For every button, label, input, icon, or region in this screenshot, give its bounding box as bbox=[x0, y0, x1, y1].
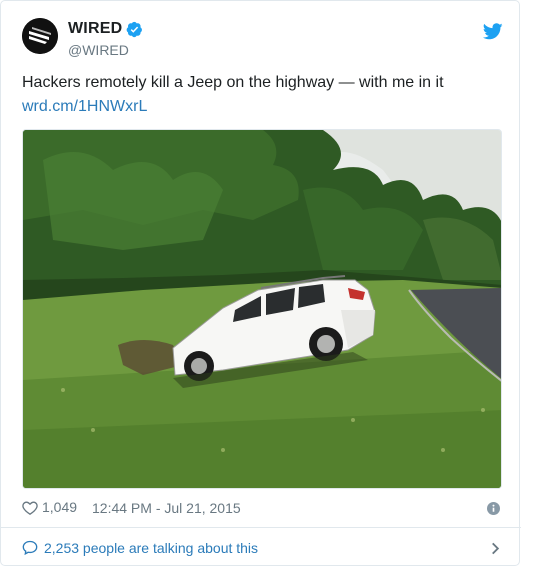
wired-logo-icon bbox=[22, 18, 58, 54]
tweet-timestamp[interactable]: 12:44 PM - Jul 21, 2015 bbox=[92, 500, 241, 516]
tweet-header: WIRED @WIRED bbox=[22, 17, 503, 61]
like-button[interactable]: 1,049 bbox=[22, 499, 77, 515]
info-icon[interactable] bbox=[487, 502, 500, 515]
chevron-right-icon bbox=[492, 542, 500, 555]
conversation-count: 2,253 people are talking about this bbox=[44, 540, 259, 556]
speech-bubble-icon bbox=[22, 540, 38, 555]
divider bbox=[1, 527, 521, 528]
tweet-text: Hackers remotely kill a Jeep on the high… bbox=[22, 74, 444, 91]
author-handle[interactable]: @WIRED bbox=[68, 42, 129, 58]
conversation-link[interactable]: 2,253 people are talking about this bbox=[22, 537, 502, 559]
tweet-card: WIRED @WIRED Hackers remotely kill a Jee… bbox=[0, 0, 521, 566]
like-count: 1,049 bbox=[42, 499, 78, 515]
twitter-bird-icon[interactable] bbox=[483, 23, 503, 40]
verified-badge-icon bbox=[126, 21, 143, 37]
jeep-in-ditch-photo bbox=[23, 130, 501, 488]
display-name[interactable]: WIRED bbox=[68, 20, 122, 38]
heart-icon bbox=[22, 500, 38, 515]
avatar[interactable] bbox=[22, 18, 58, 54]
tweet-link[interactable]: wrd.cm/1HNWxrL bbox=[22, 96, 147, 118]
tweet-photo[interactable] bbox=[22, 129, 502, 489]
tweet-meta: 1,049 12:44 PM - Jul 21, 2015 bbox=[22, 499, 502, 519]
